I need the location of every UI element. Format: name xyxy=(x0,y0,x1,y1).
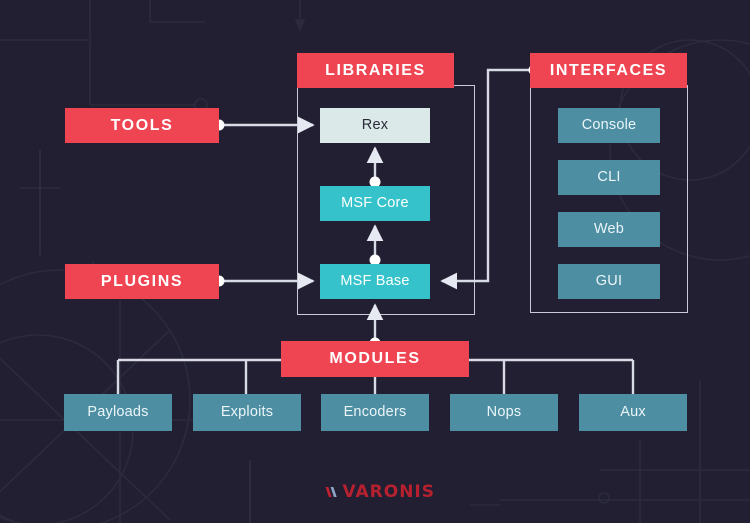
module-item-aux[interactable]: Aux xyxy=(579,394,687,431)
module-item-payloads[interactable]: Payloads xyxy=(64,394,172,431)
interface-item-web-label: Web xyxy=(593,221,625,238)
module-item-nops[interactable]: Nops xyxy=(450,394,558,431)
varonis-wordmark: VARONIS xyxy=(342,482,435,502)
library-item-rex-label: Rex xyxy=(361,117,389,134)
plugins-header[interactable]: PLUGINS xyxy=(65,264,219,299)
library-item-rex[interactable]: Rex xyxy=(320,108,430,143)
varonis-chevron-icon xyxy=(325,486,337,498)
modules-header[interactable]: MODULES xyxy=(281,341,469,377)
module-item-nops-label: Nops xyxy=(486,404,522,421)
varonis-logo: VARONIS xyxy=(325,478,435,506)
library-item-msf-base[interactable]: MSF Base xyxy=(320,264,430,299)
module-item-exploits[interactable]: Exploits xyxy=(193,394,301,431)
module-item-exploits-label: Exploits xyxy=(220,404,274,421)
interface-item-console-label: Console xyxy=(581,117,637,134)
libraries-header[interactable]: LIBRARIES xyxy=(297,53,454,88)
interfaces-header-label: INTERFACES xyxy=(549,61,668,79)
diagram-canvas: TOOLS PLUGINS LIBRARIES Rex MSF Core MSF… xyxy=(0,0,750,523)
interface-item-console[interactable]: Console xyxy=(558,108,660,143)
libraries-header-label: LIBRARIES xyxy=(325,61,426,79)
interface-item-cli[interactable]: CLI xyxy=(558,160,660,195)
module-item-encoders-label: Encoders xyxy=(343,404,407,421)
interface-item-gui[interactable]: GUI xyxy=(558,264,660,299)
interfaces-header[interactable]: INTERFACES xyxy=(530,53,687,88)
tools-header[interactable]: TOOLS xyxy=(65,108,219,143)
tools-header-label: TOOLS xyxy=(110,116,174,134)
interface-item-cli-label: CLI xyxy=(597,169,621,186)
library-item-msf-core-label: MSF Core xyxy=(341,195,409,212)
library-item-msf-base-label: MSF Base xyxy=(340,273,410,290)
interface-item-gui-label: GUI xyxy=(595,273,623,290)
module-item-aux-label: Aux xyxy=(620,404,646,421)
library-item-msf-core[interactable]: MSF Core xyxy=(320,186,430,221)
module-item-payloads-label: Payloads xyxy=(87,404,149,421)
interface-item-web[interactable]: Web xyxy=(558,212,660,247)
plugins-header-label: PLUGINS xyxy=(100,272,184,290)
modules-header-label: MODULES xyxy=(329,350,421,367)
module-item-encoders[interactable]: Encoders xyxy=(321,394,429,431)
